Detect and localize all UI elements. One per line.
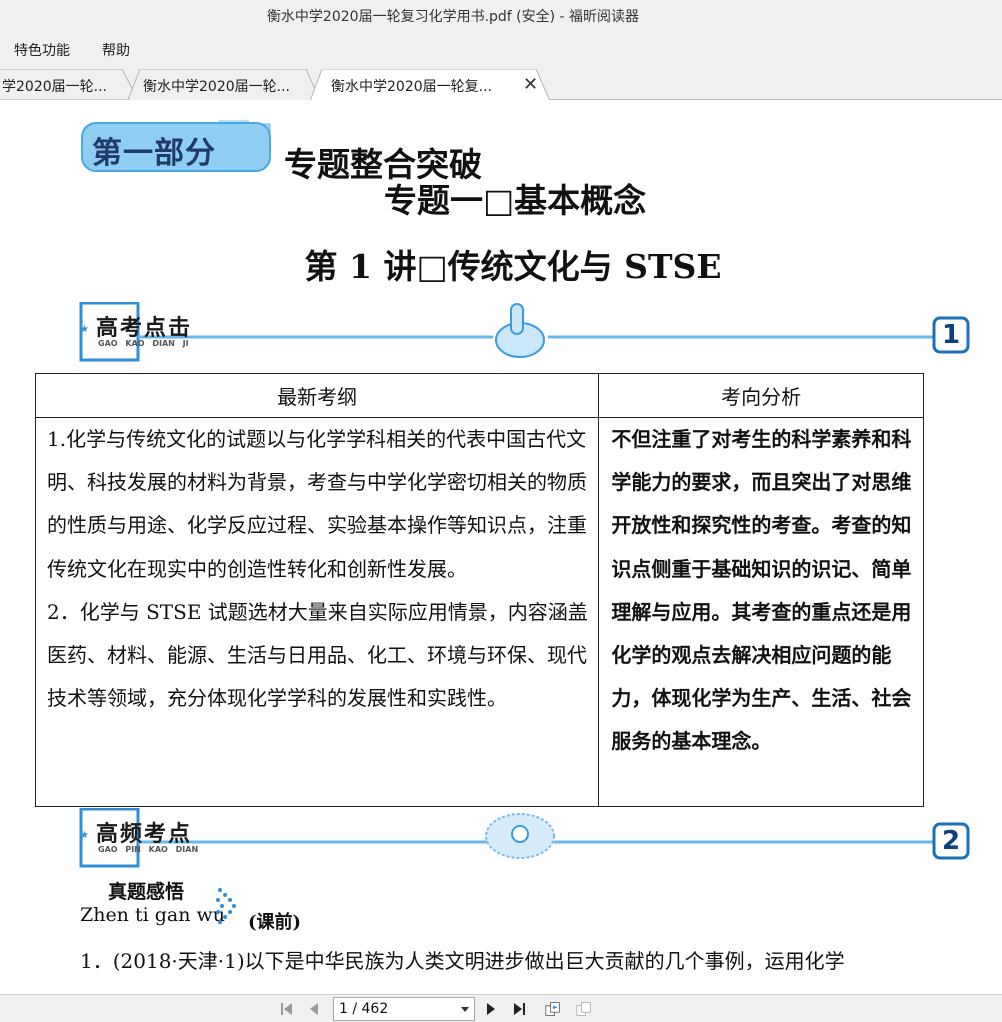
page-number-display: 1 / 462 [339,1001,389,1017]
menu-features[interactable]: 特色功能 [14,40,70,60]
table-row: 1.化学与传统文化的试题以与化学学科相关的代表中国古代文明、科技发展的材料为背景… [34,417,924,807]
table-header-row: 最新考纲 考向分析 [34,373,924,418]
first-page-icon[interactable] [278,1001,294,1017]
section-pinyin: GAO PIN KAO DIAN [98,845,199,854]
tab-document-3[interactable]: 衡水中学2020届一轮复... ✕ [310,69,554,100]
banner-graphic [79,302,970,362]
section-title: 高考点击 [96,315,193,341]
star-icon: ★ [80,324,89,335]
last-page-icon[interactable] [512,1001,528,1017]
zhenti-tag: (课前) [248,912,302,933]
close-icon[interactable]: ✕ [523,74,538,95]
section-pinyin: GAO KAO DIAN JI [98,339,189,348]
syllabus-paragraph-2: 2．化学与 STSE 试题选材大量来自实际应用情景，内容涵盖医药、材料、能源、生… [47,599,588,711]
document-page: 第一部分 专题整合突破 专题一□基本概念 第 1 讲□传统文化与 STSE ★ … [0,100,1002,994]
prev-page-icon[interactable] [306,1001,322,1017]
question-text: 1．(2018·天津·1)以下是中华民族为人类文明进步做出巨大贡献的几个事例，运… [80,949,845,973]
tab-label: 衡水中学2020届一轮... [143,79,290,95]
page-number-select[interactable]: 1 / 462 [333,997,475,1021]
section-title: 高频考点 [96,821,193,847]
heading-subtopic: 专题一□基本概念 [384,181,647,220]
prev-view-icon[interactable] [545,1001,561,1017]
tab-label: 学2020届一轮... [2,79,107,95]
title-bar: 衡水中学2020届一轮复习化学用书.pdf (安全) - 福昕阅读器 [0,0,1002,32]
tab-bar: 学2020届一轮... 衡水中学2020届一轮... 衡水中学2020届一轮复.… [0,64,1002,100]
section-banner-2: ★ 高频考点 GAO PIN KAO DIAN 2 [78,808,973,872]
tab-document-2[interactable]: 衡水中学2020届一轮... [128,69,324,100]
window-title: 衡水中学2020届一轮复习化学用书.pdf (安全) - 福昕阅读器 [266,9,640,25]
zhenti-title: 真题感悟 [108,881,185,903]
syllabus-cell: 1.化学与传统文化的试题以与化学学科相关的代表中国古代文明、科技发展的材料为背景… [34,417,600,807]
section-banner-1: ★ 高考点击 GAO KAO DIAN JI 1 [78,302,973,366]
menu-help[interactable]: 帮助 [102,40,130,60]
dots-decoration-icon [216,888,236,924]
part-badge-label: 第一部分 [92,136,216,171]
table-header-syllabus: 最新考纲 [34,373,600,418]
exam-table: 最新考纲 考向分析 1.化学与传统文化的试题以与化学学科相关的代表中国古代文明、… [34,373,924,807]
analysis-text: 不但注重了对考生的科学素养和科学能力的要求，而且突出了对思维开放性和探究性的考查… [611,427,912,754]
page-navigation-bar: 1 / 462 [0,994,1002,1022]
menu-bar: 特色功能 帮助 [0,32,1002,64]
syllabus-paragraph-1: 1.化学与传统文化的试题以与化学学科相关的代表中国古代文明、科技发展的材料为背景… [47,427,587,581]
next-page-icon[interactable] [483,1001,499,1017]
star-icon: ★ [80,830,89,841]
table-header-analysis: 考向分析 [598,373,924,418]
tab-document-1[interactable]: 学2020届一轮... [0,69,140,100]
banner-graphic [79,808,970,868]
heading-lesson: 第 1 讲□传统文化与 STSE [304,247,722,286]
coral-icon [485,813,555,859]
tab-label: 衡水中学2020届一轮复... [331,79,492,95]
section-number: 1 [941,320,961,350]
hand-icon [495,303,545,358]
part-badge: 第一部分 [80,120,272,172]
next-view-icon[interactable] [576,1001,592,1017]
analysis-cell: 不但注重了对考生的科学素养和科学能力的要求，而且突出了对思维开放性和探究性的考查… [598,417,924,807]
section-number: 2 [941,826,961,856]
zhenti-pinyin: Zhen ti gan wu [80,904,225,926]
chevron-down-icon[interactable] [461,1007,469,1012]
